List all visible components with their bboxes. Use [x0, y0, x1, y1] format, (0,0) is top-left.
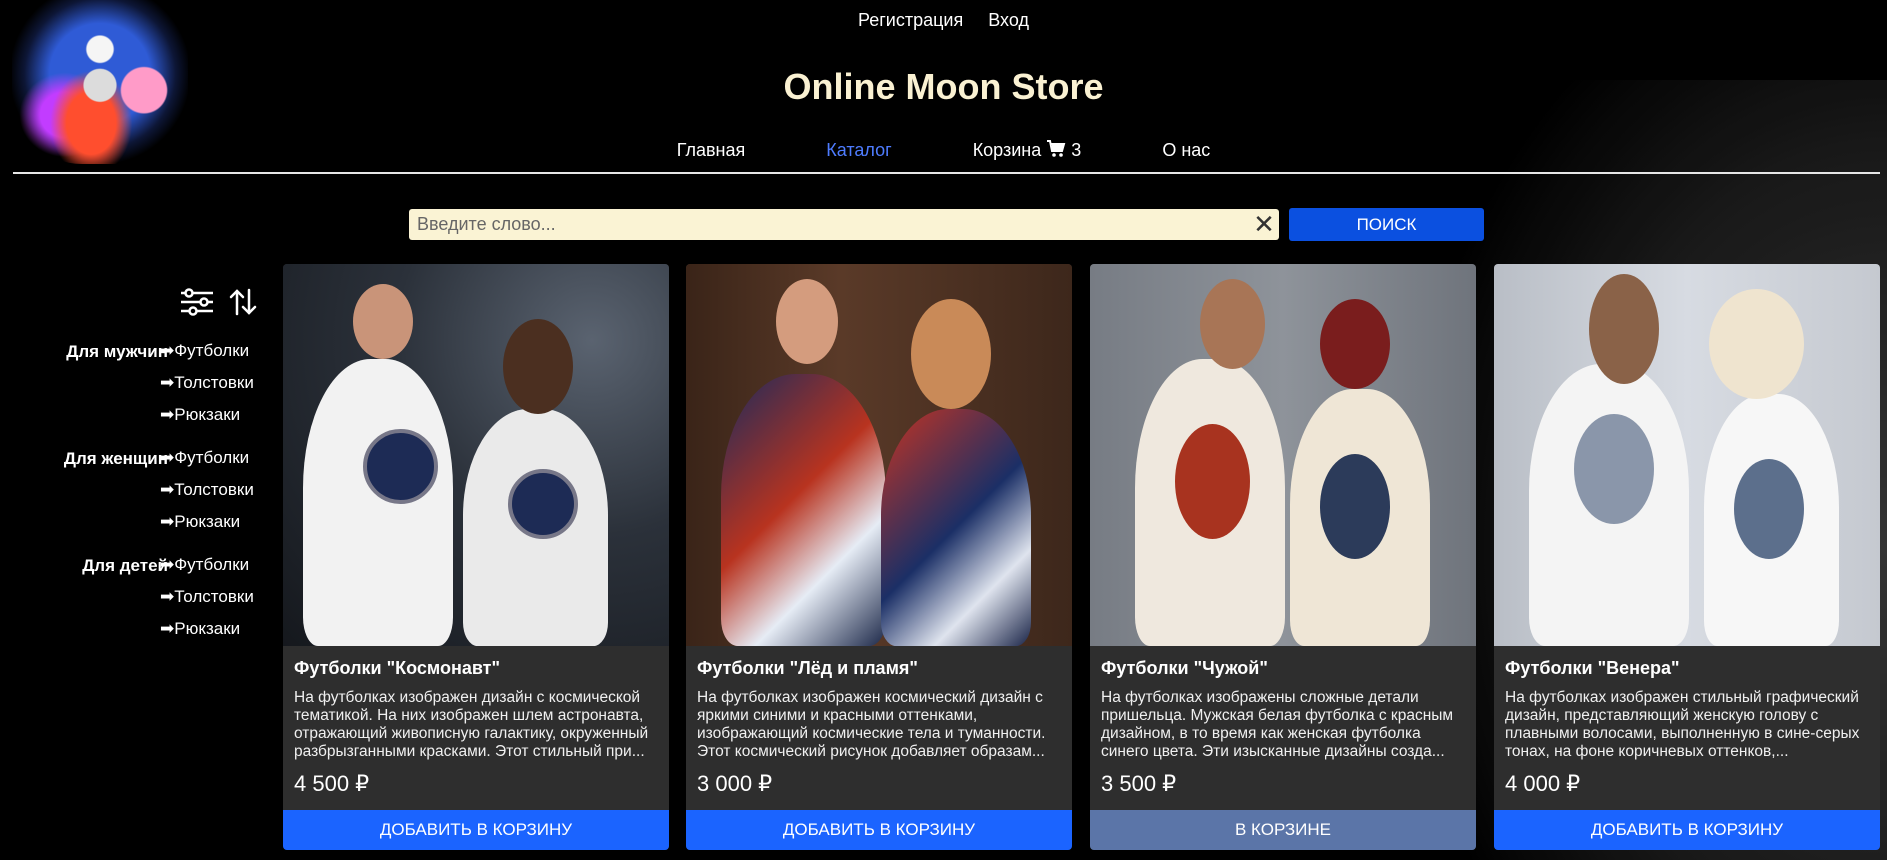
cart-icon	[1047, 140, 1066, 157]
search-bar: ✕	[409, 209, 1279, 240]
product-name[interactable]: Футболки "Венера"	[1494, 658, 1880, 679]
in-cart-button[interactable]: В КОРЗИНЕ	[1090, 810, 1476, 850]
product-description: На футболках изображен космический дизай…	[697, 689, 1046, 760]
category-link[interactable]: ➡Рюкзаки	[160, 399, 254, 431]
search-button[interactable]: ПОИСК	[1289, 208, 1484, 241]
product-name[interactable]: Футболки "Лёд и пламя"	[686, 658, 1072, 679]
category-link[interactable]: ➡Рюкзаки	[160, 613, 254, 645]
product-name[interactable]: Футболки "Чужой"	[1090, 658, 1476, 679]
category-link[interactable]: ➡Футболки	[160, 335, 254, 367]
product-image[interactable]	[283, 264, 669, 646]
product-card: Футболки "Лёд и пламя" На футболках изоб…	[686, 264, 1072, 850]
product-price: 4 500 ₽	[294, 771, 370, 796]
add-to-cart-button[interactable]: ДОБАВИТЬ В КОРЗИНУ	[1494, 810, 1880, 850]
product-image[interactable]	[1090, 264, 1476, 646]
sort-arrows-icon[interactable]	[228, 288, 258, 321]
product-price: 3 500 ₽	[1101, 771, 1177, 796]
category-link[interactable]: ➡Толстовки	[160, 581, 254, 613]
product-price: 3 000 ₽	[697, 771, 773, 796]
add-to-cart-button[interactable]: ДОБАВИТЬ В КОРЗИНУ	[686, 810, 1072, 850]
product-card: Футболки "Венера" На футболках изображен…	[1494, 264, 1880, 850]
register-link[interactable]: Регистрация	[858, 10, 963, 30]
category-link[interactable]: ➡Толстовки	[160, 367, 254, 399]
category-group-label: Для мужчин	[66, 342, 168, 361]
main-nav: Главная Каталог Корзина 3 О нас	[0, 140, 1887, 161]
product-price: 4 000 ₽	[1505, 771, 1581, 796]
category-link[interactable]: ➡Футболки	[160, 442, 254, 474]
product-card: Футболки "Космонавт" На футболках изобра…	[283, 264, 669, 850]
sliders-icon[interactable]	[180, 288, 214, 321]
nav-cart[interactable]: Корзина 3	[972, 140, 1082, 161]
nav-about[interactable]: О нас	[1162, 140, 1210, 161]
page-title: Online Moon Store	[783, 66, 1104, 107]
product-image[interactable]	[686, 264, 1072, 646]
catalog-tools	[180, 288, 258, 321]
close-icon[interactable]: ✕	[1249, 209, 1279, 240]
category-group-label: Для женщин	[63, 449, 168, 468]
nav-cart-label: Корзина	[972, 140, 1042, 160]
login-link[interactable]: Вход	[988, 10, 1029, 30]
category-link[interactable]: ➡Толстовки	[160, 474, 254, 506]
nav-home[interactable]: Главная	[677, 140, 746, 161]
cart-count: 3	[1071, 140, 1082, 160]
add-to-cart-button[interactable]: ДОБАВИТЬ В КОРЗИНУ	[283, 810, 669, 850]
nav-catalog[interactable]: Каталог	[826, 140, 891, 161]
top-nav: Регистрация Вход	[0, 10, 1887, 31]
category-link[interactable]: ➡Футболки	[160, 549, 254, 581]
category-link[interactable]: ➡Рюкзаки	[160, 506, 254, 538]
product-description: На футболках изображены сложные детали п…	[1101, 689, 1454, 760]
product-card: Футболки "Чужой" На футболках изображены…	[1090, 264, 1476, 850]
product-name[interactable]: Футболки "Космонавт"	[283, 658, 669, 679]
category-group-label: Для детей	[82, 556, 168, 575]
search-input[interactable]	[409, 214, 1249, 235]
product-description: На футболках изображен дизайн с космичес…	[294, 689, 649, 760]
product-description: На футболках изображен стильный графичес…	[1505, 689, 1860, 760]
header-divider	[13, 172, 1880, 174]
product-image[interactable]	[1494, 264, 1880, 646]
